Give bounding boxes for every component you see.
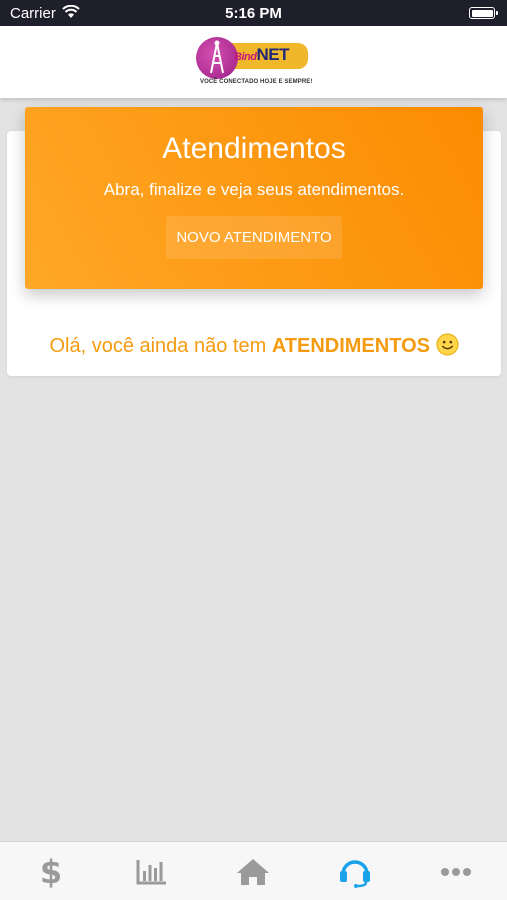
logo-tagline: VOCÊ CONECTADO HOJE E SEMPRE! bbox=[200, 79, 313, 85]
empty-state-highlight: ATENDIMENTOS bbox=[271, 335, 430, 357]
tower-icon bbox=[210, 40, 224, 74]
empty-state-message: Olá, você ainda não tem ATENDIMENTOS bbox=[7, 333, 501, 358]
new-ticket-button[interactable]: NOVO ATENDIMENTO bbox=[166, 216, 342, 259]
tab-more[interactable] bbox=[406, 842, 507, 900]
bar-chart-icon bbox=[136, 859, 167, 884]
tab-financial[interactable]: $ bbox=[0, 842, 101, 900]
empty-state-text: Olá, você ainda não tem bbox=[49, 335, 272, 357]
svg-text:$: $ bbox=[40, 855, 62, 889]
more-icon bbox=[441, 867, 472, 876]
tab-support[interactable] bbox=[304, 842, 405, 900]
app-header: BindNET VOCÊ CONECTADO HOJE E SEMPRE! bbox=[0, 26, 507, 98]
page-title: Atendimentos bbox=[162, 132, 346, 165]
tab-home[interactable] bbox=[203, 842, 304, 900]
logo-brand-text: BindNET bbox=[234, 45, 289, 64]
home-icon bbox=[237, 858, 270, 885]
page-subtitle: Abra, finalize e veja seus atendimentos. bbox=[103, 180, 405, 199]
logo-tower-badge bbox=[196, 37, 238, 79]
brand-logo: BindNET VOCÊ CONECTADO HOJE E SEMPRE! bbox=[196, 33, 312, 93]
status-bar: Carrier 5:16 PM bbox=[0, 0, 507, 26]
tickets-banner: Atendimentos Abra, finalize e veja seus … bbox=[25, 107, 483, 289]
tab-usage[interactable] bbox=[101, 842, 202, 900]
headset-icon bbox=[339, 859, 370, 888]
smiley-icon bbox=[436, 333, 459, 356]
dollar-icon: $ bbox=[40, 855, 62, 889]
tab-bar: $ bbox=[0, 841, 507, 900]
battery-icon bbox=[469, 7, 498, 19]
clock: 5:16 PM bbox=[225, 5, 282, 22]
